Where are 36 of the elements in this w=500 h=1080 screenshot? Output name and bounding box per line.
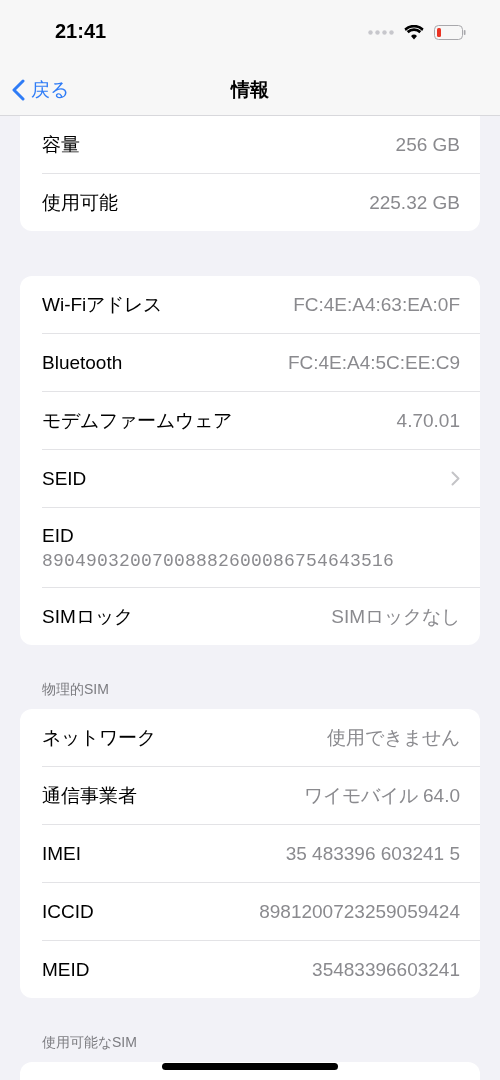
row-label: 容量 xyxy=(42,132,80,157)
row-value: 使用できません xyxy=(327,725,460,750)
battery-icon xyxy=(434,25,466,40)
row-value: 89049032007008882600086754643516 xyxy=(42,550,396,571)
page-title: 情報 xyxy=(231,78,269,102)
signal-icon xyxy=(368,30,394,35)
row-label: MEID xyxy=(42,958,90,981)
row-label: Wi-Fiアドレス xyxy=(42,292,163,317)
row-value: 35 483396 603241 5 xyxy=(285,842,460,865)
status-time: 21:41 xyxy=(55,20,107,43)
row-label: 使用可能 xyxy=(42,190,118,215)
back-chevron-icon xyxy=(12,79,25,101)
row-label: IMEI xyxy=(42,842,82,865)
row-value: FC:4E:A4:63:EA:0F xyxy=(293,293,460,316)
back-button[interactable]: 戻る xyxy=(10,75,71,105)
row-value: 4.70.01 xyxy=(396,409,460,432)
row-label: 通信事業者 xyxy=(42,783,137,808)
row-label: ICCID xyxy=(42,900,94,923)
row-value: ワイモバイル 64.0 xyxy=(303,783,460,808)
row-value: 225.32 GB xyxy=(369,191,460,214)
chevron-icon xyxy=(451,471,460,486)
row-label: モデムファームウェア xyxy=(42,408,232,433)
row-label: ネットワーク xyxy=(42,725,156,750)
section-header: 物理的SIM xyxy=(41,681,110,699)
row-label: SIMロック xyxy=(42,604,133,629)
row-label: Bluetooth xyxy=(42,351,123,374)
row-value: FC:4E:A4:5C:EE:C9 xyxy=(287,351,460,374)
row-label: EID xyxy=(42,524,75,547)
row-value: 35483396603241 xyxy=(312,958,460,981)
disclosure-row[interactable]: SEID xyxy=(42,449,480,507)
row-value: SIMロックなし xyxy=(331,604,460,629)
section-header: 使用可能なSIM xyxy=(41,1034,138,1052)
row-label: SEID xyxy=(42,467,87,490)
row-value: 8981200723259059424 xyxy=(259,900,460,923)
wifi-icon xyxy=(404,25,424,40)
row-value: 256 GB xyxy=(395,133,460,156)
